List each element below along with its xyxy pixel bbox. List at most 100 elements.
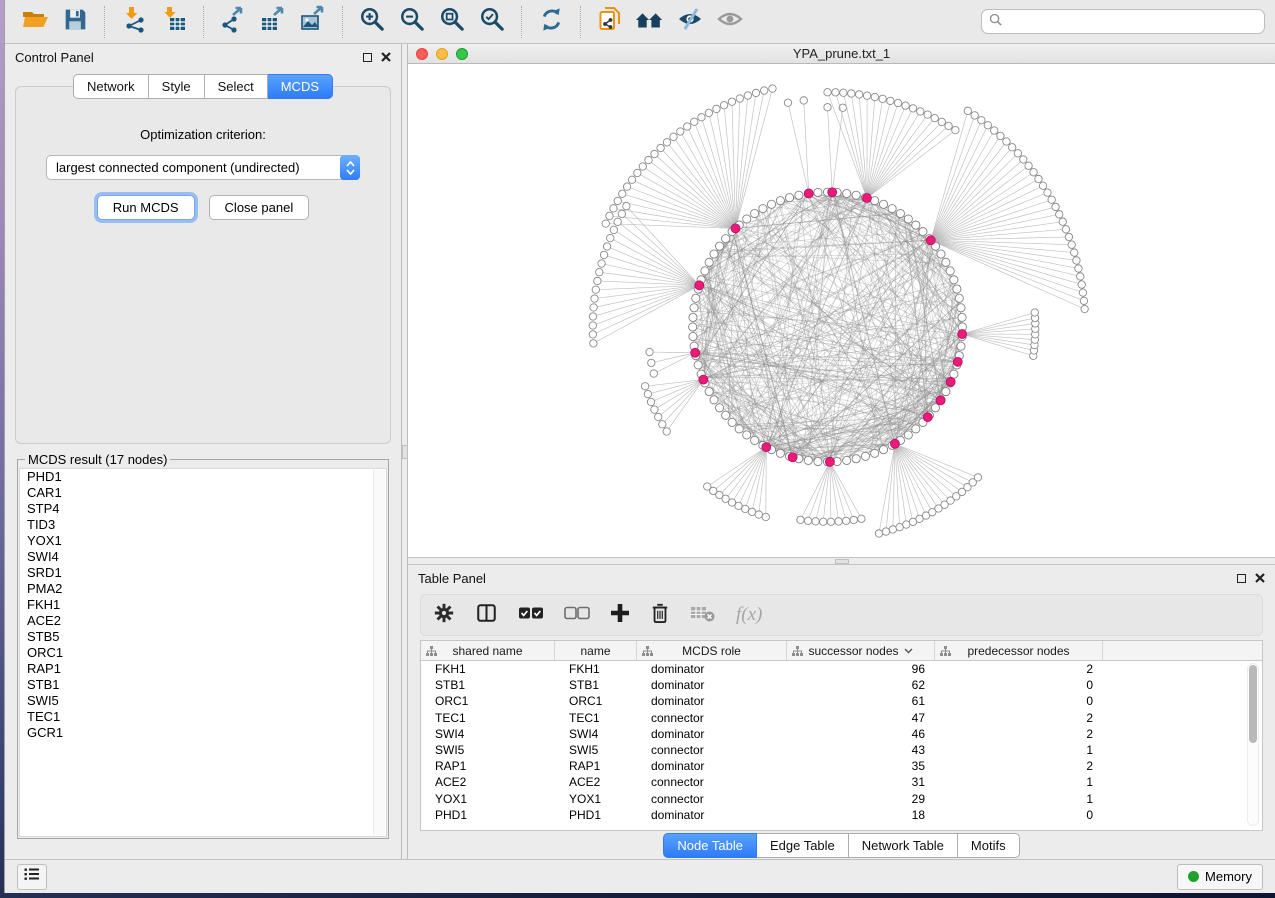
mcds-result-item[interactable]: SWI4 — [20, 549, 386, 565]
cell-MCDS-role: dominator — [637, 808, 787, 822]
clone-network-button[interactable] — [590, 3, 630, 41]
mcds-result-item[interactable]: SRD1 — [20, 565, 386, 581]
control-panel: Control Panel Optimization criterion: la… — [5, 44, 401, 859]
table-row[interactable]: STB1STB1dominator620 — [421, 677, 1262, 693]
table-row[interactable]: FKH1FKH1dominator962 — [421, 661, 1262, 677]
minimize-window-icon[interactable] — [436, 48, 448, 60]
cell-MCDS-role: dominator — [637, 727, 787, 741]
cell-successor-nodes: 43 — [787, 743, 935, 757]
deselect-all-button[interactable] — [564, 606, 590, 625]
mcds-result-item[interactable]: FKH1 — [20, 597, 386, 613]
run-mcds-button[interactable]: Run MCDS — [97, 195, 195, 220]
close-panel-icon[interactable] — [381, 52, 391, 62]
mcds-result-item[interactable]: STB1 — [20, 677, 386, 693]
mcds-result-item[interactable]: ACE2 — [20, 613, 386, 629]
mcds-result-item[interactable]: PHD1 — [20, 469, 386, 485]
column-header-shared-name[interactable]: shared name — [421, 641, 555, 660]
search-input[interactable] — [1007, 15, 1257, 29]
vertical-splitter[interactable] — [401, 44, 408, 859]
column-header-MCDS-role[interactable]: MCDS role — [637, 641, 787, 660]
import-table-button[interactable] — [154, 3, 194, 41]
memory-button[interactable]: Memory — [1177, 864, 1263, 890]
mcds-result-item[interactable]: GCR1 — [20, 725, 386, 741]
tab-select[interactable]: Select — [205, 74, 268, 99]
import-table-icon — [160, 5, 188, 38]
mcds-list-scrollbar[interactable] — [373, 470, 385, 835]
search-field[interactable] — [981, 9, 1265, 34]
zoom-fit-button[interactable] — [432, 3, 472, 41]
float-panel-icon[interactable] — [1237, 574, 1246, 583]
mcds-result-item[interactable]: CAR1 — [20, 485, 386, 501]
cell-MCDS-role: dominator — [637, 662, 787, 676]
graphics-details-button[interactable] — [670, 3, 710, 41]
table-row[interactable]: YOX1YOX1connector291 — [421, 791, 1262, 807]
table-row[interactable]: PHD1PHD1dominator180 — [421, 807, 1262, 823]
fx-icon: f(x) — [736, 604, 762, 626]
table-row[interactable]: ORC1ORC1dominator610 — [421, 693, 1262, 709]
mcds-result-item[interactable]: STB5 — [20, 629, 386, 645]
export-image-button[interactable] — [293, 3, 333, 41]
houses-icon — [635, 6, 665, 37]
show-hide-button[interactable] — [710, 3, 750, 41]
tab-mcds[interactable]: MCDS — [268, 74, 333, 99]
export-network-button[interactable] — [213, 3, 253, 41]
zoom-out-button[interactable] — [392, 3, 432, 41]
select-all-button[interactable] — [518, 606, 544, 625]
table-toolbar: f(x) — [420, 594, 1263, 636]
column-header-successor-nodes[interactable]: successor nodes — [787, 641, 935, 660]
tab-network[interactable]: Network — [73, 74, 149, 99]
control-panel-tabs: NetworkStyleSelectMCDS — [73, 74, 333, 99]
table-row[interactable]: TEC1TEC1connector472 — [421, 710, 1262, 726]
import-network-button[interactable] — [114, 3, 154, 41]
mcds-result-item[interactable]: TEC1 — [20, 709, 386, 725]
mcds-result-item[interactable]: PMA2 — [20, 581, 386, 597]
mcds-result-item[interactable]: STP4 — [20, 501, 386, 517]
splitter-grip[interactable] — [835, 559, 849, 564]
close-window-icon[interactable] — [416, 48, 428, 60]
save-session-button[interactable] — [55, 3, 95, 41]
mcds-result-item[interactable]: SWI5 — [20, 693, 386, 709]
table-settings-button[interactable] — [433, 602, 455, 629]
mcds-result-item[interactable]: YOX1 — [20, 533, 386, 549]
table-row[interactable]: ACE2ACE2connector311 — [421, 774, 1262, 790]
export-table-button[interactable] — [253, 3, 293, 41]
scrollbar-thumb[interactable] — [1249, 665, 1257, 743]
maximize-window-icon[interactable] — [456, 48, 468, 60]
tab-edge-table[interactable]: Edge Table — [757, 833, 849, 858]
cell-successor-nodes: 46 — [787, 727, 935, 741]
cell-shared-name: PHD1 — [421, 808, 555, 822]
close-panel-icon[interactable] — [1255, 573, 1265, 583]
delete-column-button[interactable] — [650, 602, 670, 629]
network-canvas[interactable] — [408, 64, 1275, 557]
open-file-button[interactable] — [15, 3, 55, 41]
table-panel: Table Panel f(x) sh — [408, 565, 1275, 859]
zoom-in-button[interactable] — [352, 3, 392, 41]
criterion-select[interactable]: largest connected component (undirected) — [46, 155, 360, 180]
network-window-titlebar[interactable]: YPA_prune.txt_1 — [408, 44, 1275, 64]
table-scrollbar[interactable] — [1247, 663, 1259, 826]
column-header-predecessor-nodes[interactable]: predecessor nodes — [935, 641, 1103, 660]
mcds-result-item[interactable]: RAP1 — [20, 661, 386, 677]
add-column-button[interactable] — [610, 603, 630, 628]
table-row[interactable]: SWI4SWI4dominator462 — [421, 726, 1262, 742]
column-header-name[interactable]: name — [555, 641, 637, 660]
show-columns-button[interactable] — [475, 602, 498, 629]
apply-layout-button[interactable] — [531, 3, 571, 41]
close-panel-button[interactable]: Close panel — [209, 195, 310, 220]
mcds-result-item[interactable]: TID3 — [20, 517, 386, 533]
horizontal-splitter[interactable] — [408, 557, 1275, 565]
cell-name: STB1 — [555, 678, 637, 692]
table-row[interactable]: RAP1RAP1dominator352 — [421, 758, 1262, 774]
tab-network-table[interactable]: Network Table — [849, 833, 958, 858]
delete-table-button[interactable] — [690, 603, 716, 628]
float-panel-icon[interactable] — [363, 53, 372, 62]
tab-motifs[interactable]: Motifs — [958, 833, 1020, 858]
task-history-button[interactable] — [17, 864, 47, 890]
table-row[interactable]: SWI5SWI5connector431 — [421, 742, 1262, 758]
first-neighbors-button[interactable] — [630, 3, 670, 41]
mcds-result-item[interactable]: ORC1 — [20, 645, 386, 661]
tab-node-table[interactable]: Node Table — [663, 833, 757, 858]
function-builder-button[interactable]: f(x) — [736, 604, 762, 626]
tab-style[interactable]: Style — [149, 74, 205, 99]
zoom-selected-button[interactable] — [472, 3, 512, 41]
